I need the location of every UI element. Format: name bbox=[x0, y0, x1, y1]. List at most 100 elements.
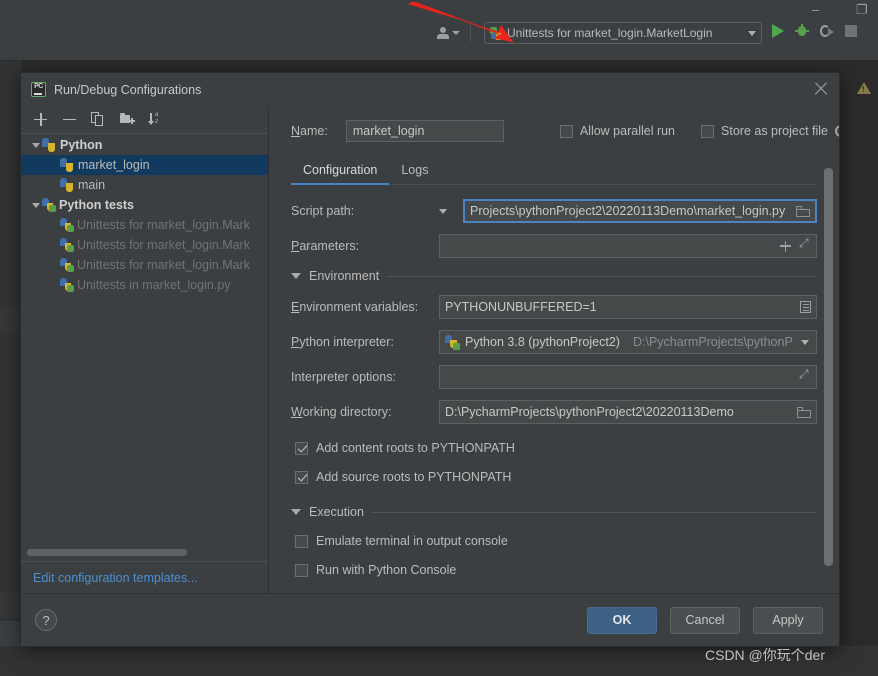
tree-item-label: Unittests for market_login.Mark bbox=[77, 238, 250, 252]
plus-icon[interactable] bbox=[780, 240, 791, 252]
python-icon bbox=[60, 178, 74, 192]
environment-variables-field[interactable]: PYTHONUNBUFFERED=1 bbox=[439, 295, 817, 319]
interpreter-options-row: Interpreter options: bbox=[291, 365, 817, 389]
edit-configuration-templates-link[interactable]: Edit configuration templates... bbox=[33, 571, 198, 585]
tree-item-market-login[interactable]: market_login bbox=[21, 155, 268, 175]
help-button[interactable]: ? bbox=[35, 609, 57, 631]
close-icon[interactable] bbox=[813, 81, 829, 97]
python-icon bbox=[42, 138, 56, 152]
checkbox-box bbox=[701, 124, 715, 138]
parameters-label: Parameters: bbox=[291, 239, 360, 253]
coverage-icon[interactable] bbox=[820, 24, 834, 38]
tree-item-unittest-2[interactable]: Unittests for market_login.Mark bbox=[21, 235, 268, 255]
tab-configuration[interactable]: Configuration bbox=[291, 158, 390, 185]
checkbox-box bbox=[559, 124, 573, 138]
apply-button[interactable]: Apply bbox=[753, 606, 823, 634]
run-icon[interactable] bbox=[772, 24, 784, 38]
tree-item-unittest-3[interactable]: Unittests for market_login.Mark bbox=[21, 255, 268, 275]
list-edit-icon[interactable] bbox=[800, 301, 811, 313]
chevron-down-icon[interactable] bbox=[291, 509, 301, 515]
configuration-form: Name: Allow parallel run Store as projec… bbox=[269, 106, 839, 593]
run-with-python-console-checkbox[interactable]: Run with Python Console bbox=[291, 560, 817, 580]
tab-logs[interactable]: Logs bbox=[389, 158, 440, 184]
expand-icon[interactable] bbox=[799, 367, 811, 383]
working-directory-label: Working directory: bbox=[291, 405, 392, 419]
tree-item-label: Unittests for market_login.Mark bbox=[77, 218, 250, 232]
chevron-down-icon[interactable] bbox=[29, 202, 42, 208]
store-as-project-file-checkbox[interactable]: Store as project file bbox=[701, 124, 828, 138]
chevron-down-icon[interactable] bbox=[29, 142, 42, 148]
python-interpreter-path-hint: D:\PycharmProjects\pythonP bbox=[633, 335, 793, 349]
python-test-icon bbox=[60, 218, 74, 232]
ok-button[interactable]: OK bbox=[587, 606, 657, 634]
debug-icon[interactable] bbox=[795, 24, 809, 38]
stop-icon[interactable] bbox=[845, 25, 857, 37]
tree-group-python-tests[interactable]: Python tests bbox=[21, 195, 268, 215]
section-divider bbox=[387, 275, 817, 277]
script-path-value: Projects\pythonProject2\20220113Demo\mar… bbox=[470, 204, 786, 218]
allow-parallel-run-checkbox[interactable]: Allow parallel run bbox=[559, 124, 676, 138]
allow-parallel-run-label: Allow parallel run bbox=[579, 124, 676, 138]
tree-item-label: Python tests bbox=[59, 198, 135, 212]
emulate-terminal-label: Emulate terminal in output console bbox=[316, 534, 508, 548]
tree-item-label: Unittests in market_login.py bbox=[77, 278, 231, 292]
plus-icon[interactable] bbox=[33, 112, 48, 127]
dialog-body: az Python market_login main Python tests… bbox=[21, 106, 839, 593]
name-row: Name: Allow parallel run Store as projec… bbox=[291, 120, 839, 142]
editor-left-gutter bbox=[0, 61, 22, 676]
name-label: Name: bbox=[291, 124, 328, 138]
interpreter-options-label: Interpreter options: bbox=[291, 370, 396, 384]
copy-icon[interactable] bbox=[91, 112, 106, 127]
folder-icon[interactable] bbox=[796, 205, 810, 217]
python-interpreter-value: Python 3.8 (pythonProject2) bbox=[465, 335, 620, 349]
folder-add-icon[interactable] bbox=[120, 112, 135, 127]
expand-icon[interactable] bbox=[799, 236, 811, 252]
cancel-button[interactable]: Cancel bbox=[670, 606, 740, 634]
form-vertical-scrollbar[interactable] bbox=[824, 168, 833, 566]
pycharm-icon: PC bbox=[31, 82, 46, 97]
environment-section-header: Environment bbox=[291, 269, 817, 283]
run-toolbar-icons bbox=[772, 24, 857, 38]
minus-icon[interactable] bbox=[62, 112, 77, 127]
python-interpreter-field[interactable]: Python 3.8 (pythonProject2) D:\PycharmPr… bbox=[439, 330, 817, 354]
sort-az-icon[interactable]: az bbox=[148, 112, 164, 127]
tree-footer: Edit configuration templates... bbox=[21, 561, 268, 593]
chevron-down-icon[interactable] bbox=[439, 208, 447, 214]
dialog-title: Run/Debug Configurations bbox=[54, 82, 202, 97]
tree-toolbar: az bbox=[21, 106, 268, 134]
chevron-down-icon bbox=[452, 31, 460, 35]
tree-item-main[interactable]: main bbox=[21, 175, 268, 195]
python-test-icon bbox=[60, 258, 74, 272]
folder-icon[interactable] bbox=[797, 406, 811, 418]
configuration-form-pane: Name: Allow parallel run Store as projec… bbox=[269, 106, 839, 593]
python-test-icon bbox=[60, 238, 74, 252]
run-configuration-selector[interactable]: Unittests for market_login.MarketLogin bbox=[484, 22, 762, 44]
dialog-footer: ? OK Cancel Apply bbox=[21, 593, 839, 646]
checkbox-box bbox=[295, 563, 308, 577]
tree-horizontal-scrollbar[interactable] bbox=[27, 549, 187, 556]
chevron-down-icon[interactable] bbox=[291, 273, 301, 279]
parameters-field[interactable] bbox=[439, 234, 817, 258]
emulate-terminal-checkbox[interactable]: Emulate terminal in output console bbox=[291, 531, 817, 551]
title-bar bbox=[0, 0, 878, 18]
run-with-python-console-label: Run with Python Console bbox=[316, 563, 457, 577]
tree-item-unittest-1[interactable]: Unittests for market_login.Mark bbox=[21, 215, 268, 235]
tree-item-unittest-in-file[interactable]: Unittests in market_login.py bbox=[21, 275, 268, 295]
add-source-roots-checkbox[interactable]: Add source roots to PYTHONPATH bbox=[291, 467, 817, 487]
working-directory-field[interactable]: D:\PycharmProjects\pythonProject2\202201… bbox=[439, 400, 817, 424]
user-icon-button[interactable] bbox=[437, 27, 460, 39]
interpreter-options-field[interactable] bbox=[439, 365, 817, 389]
script-path-field[interactable]: Projects\pythonProject2\20220113Demo\mar… bbox=[463, 199, 817, 223]
name-input[interactable] bbox=[345, 120, 504, 142]
working-directory-value: D:\PycharmProjects\pythonProject2\202201… bbox=[445, 405, 734, 419]
gear-icon[interactable] bbox=[834, 124, 839, 138]
user-icon bbox=[437, 27, 449, 39]
chevron-down-icon[interactable] bbox=[801, 339, 809, 345]
window-minimize-icon[interactable]: – bbox=[812, 2, 819, 17]
python-interpreter-label: Python interpreter: bbox=[291, 335, 394, 349]
watermark: CSDN @你玩个der bbox=[705, 647, 826, 663]
python-interpreter-row: Python interpreter: Python 3.8 (pythonPr… bbox=[291, 330, 817, 354]
add-content-roots-checkbox[interactable]: Add content roots to PYTHONPATH bbox=[291, 438, 817, 458]
tree-group-python[interactable]: Python bbox=[21, 135, 268, 155]
window-maximize-icon[interactable]: ❐ bbox=[856, 2, 868, 18]
